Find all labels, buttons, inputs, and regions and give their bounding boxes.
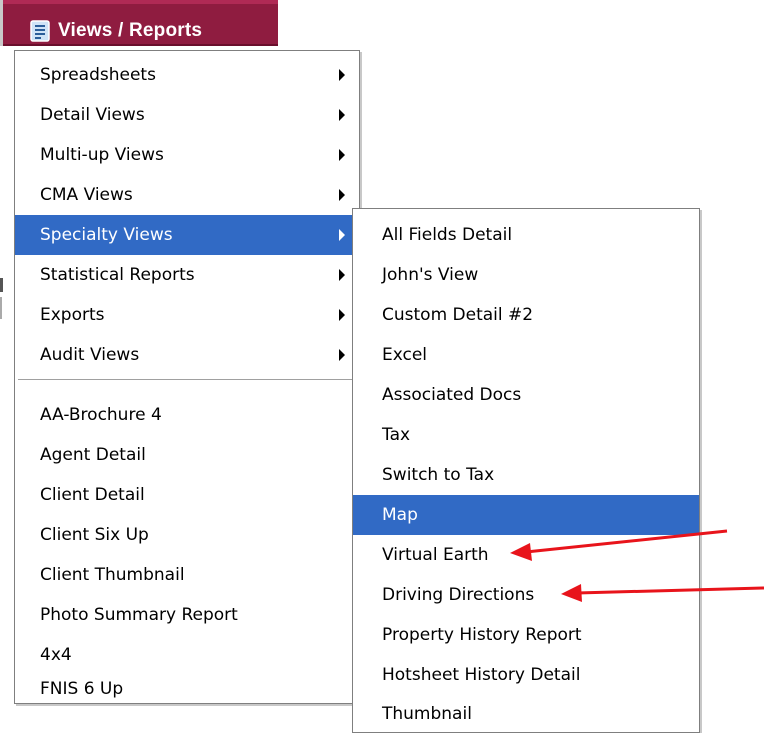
arrow-icon-virtual-earth xyxy=(510,529,728,561)
annotation-arrows xyxy=(510,529,764,602)
arrow-icon-driving-directions xyxy=(561,584,764,602)
